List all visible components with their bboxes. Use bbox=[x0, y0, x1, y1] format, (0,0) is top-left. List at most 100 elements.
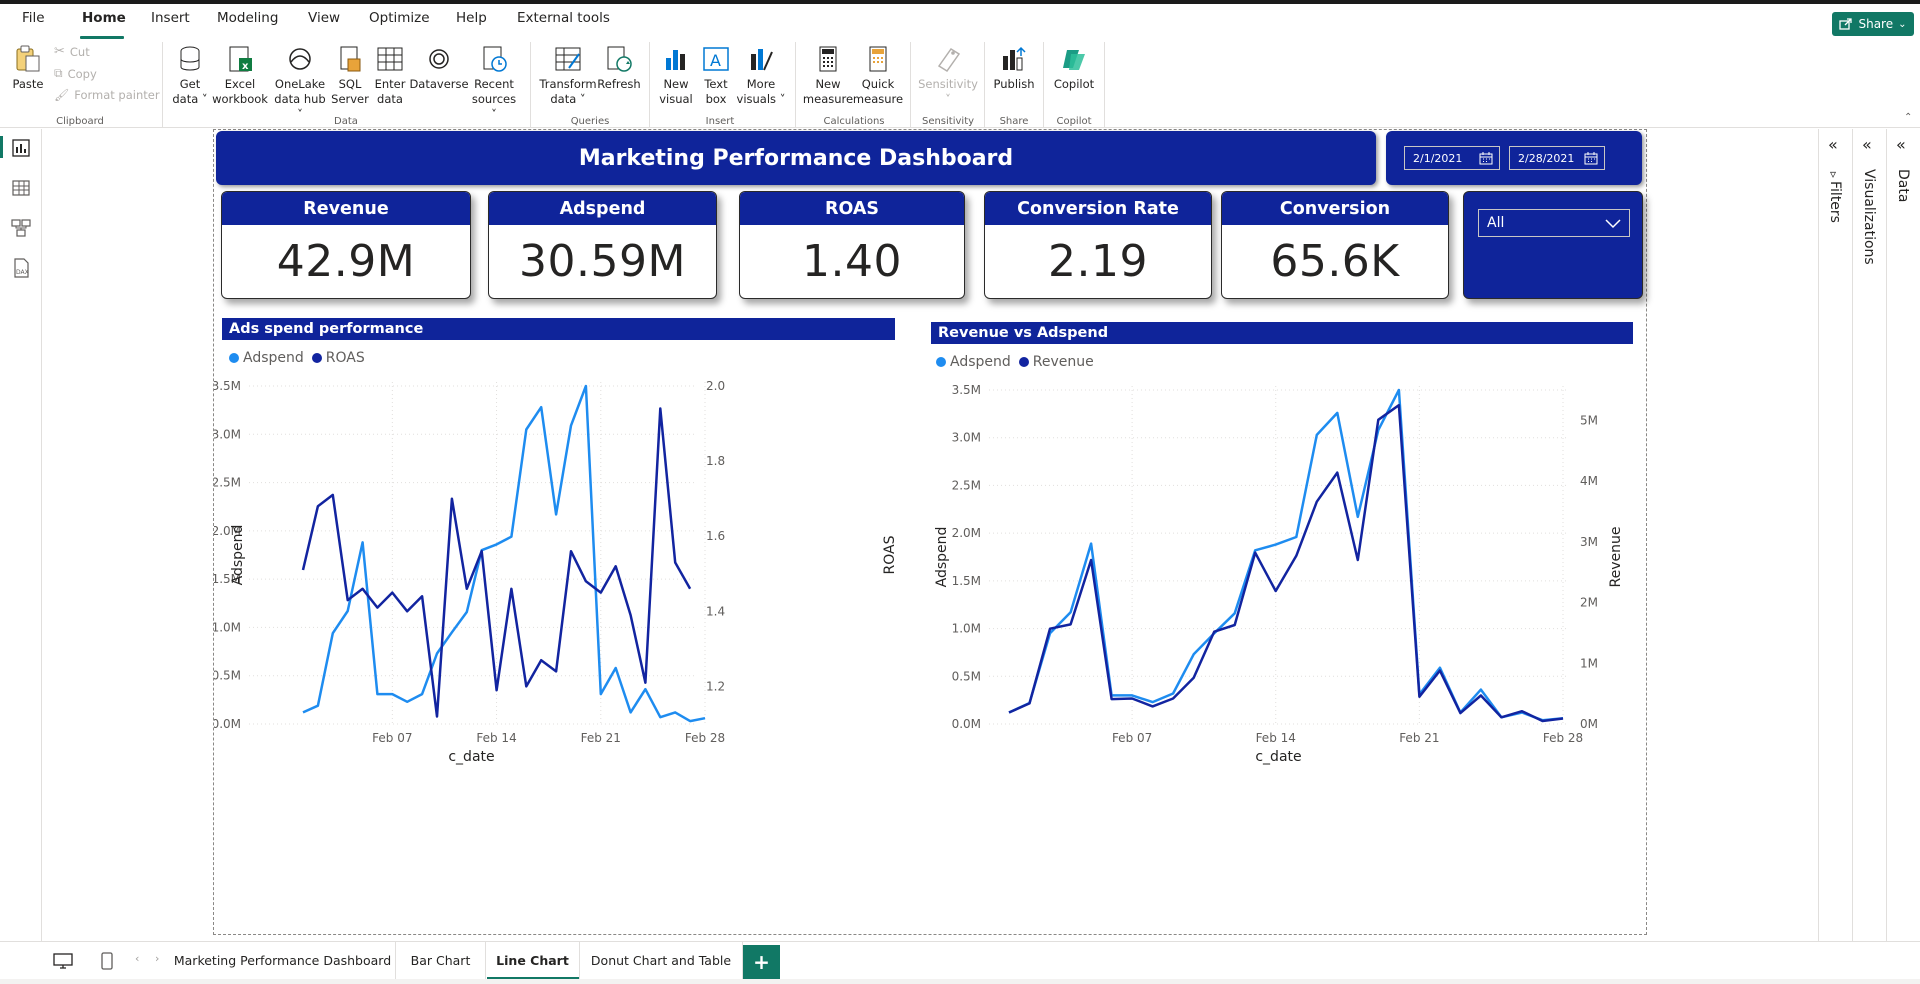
y-tick-label: 0.5M bbox=[952, 669, 981, 683]
kpi-label: Adspend bbox=[489, 192, 716, 225]
excel-label-1: Excel bbox=[224, 77, 256, 91]
scroll-right-icon[interactable]: › bbox=[155, 952, 159, 965]
model-view-icon[interactable] bbox=[10, 217, 32, 239]
enter-data-label-1: Enter bbox=[374, 77, 406, 91]
text-box-button[interactable]: A Text box bbox=[698, 44, 734, 107]
dax-query-view-icon[interactable]: DAX bbox=[10, 257, 32, 279]
menu-modeling[interactable]: Modeling bbox=[217, 10, 278, 26]
enter-data-label-2: data bbox=[377, 92, 403, 106]
tab-line-chart[interactable]: Line Chart bbox=[486, 942, 580, 979]
kpi-card-conversion-rate: Conversion Rate 2.19 bbox=[984, 191, 1212, 299]
collapse-visualizations-chevron-icon[interactable]: « bbox=[1862, 135, 1872, 154]
share-label: Share bbox=[1858, 17, 1894, 31]
copy-label: Copy bbox=[67, 66, 97, 81]
group-label-sensitivity: Sensitivity bbox=[921, 116, 975, 127]
legend-label-roas: ROAS bbox=[325, 350, 365, 366]
copilot-button[interactable]: Copilot bbox=[1050, 44, 1098, 92]
data-pane-label[interactable]: Data bbox=[1895, 169, 1911, 202]
start-date-input[interactable]: 2/1/2021 bbox=[1404, 146, 1500, 170]
menu-optimize[interactable]: Optimize bbox=[369, 10, 430, 26]
format-painter-button[interactable]: 🖌 Format painter bbox=[54, 88, 160, 102]
cut-button[interactable]: ✂ Cut bbox=[54, 44, 90, 59]
sql-server-button[interactable]: SQL Server bbox=[331, 44, 369, 107]
share-button[interactable]: Share ⌄ bbox=[1832, 12, 1914, 36]
chart-title-revenue-vs-adspend: Revenue vs Adspend bbox=[931, 322, 1633, 344]
visualizations-pane-label[interactable]: Visualizations bbox=[1861, 169, 1877, 265]
publish-button[interactable]: Publish bbox=[992, 44, 1036, 92]
copy-button[interactable]: ⧉ Copy bbox=[54, 66, 97, 81]
new-measure-label-1: New bbox=[815, 77, 841, 91]
filters-pane-label[interactable]: Filters bbox=[1827, 181, 1843, 223]
ribbon-separator bbox=[649, 42, 650, 128]
tab-donut-chart-and-table[interactable]: Donut Chart and Table bbox=[580, 942, 743, 979]
bar-chart-icon bbox=[666, 50, 685, 70]
text-box-label-1: Text bbox=[704, 77, 728, 91]
calendar-icon bbox=[1584, 152, 1598, 165]
table-view-icon[interactable] bbox=[10, 177, 32, 199]
y2-tick-label: 2.0 bbox=[706, 379, 725, 393]
recent-sources-button[interactable]: Recent sources ˅ bbox=[468, 44, 520, 122]
menu-bar: File Home Insert Modeling View Optimize … bbox=[0, 4, 1920, 39]
onelake-label-1: OneLake bbox=[274, 77, 326, 91]
x-axis-title: c_date bbox=[1255, 749, 1301, 765]
group-label-queries: Queries bbox=[570, 116, 610, 127]
tab-bar-chart[interactable]: Bar Chart bbox=[396, 942, 486, 979]
sensitivity-caret: ˅ bbox=[945, 92, 951, 106]
menu-help[interactable]: Help bbox=[456, 10, 487, 26]
x-tick-label: Feb 07 bbox=[372, 731, 412, 745]
svg-text:x: x bbox=[242, 61, 249, 72]
refresh-button[interactable]: Refresh bbox=[597, 44, 641, 92]
new-visual-button[interactable]: New visual bbox=[656, 44, 696, 107]
report-view-icon[interactable] bbox=[10, 137, 32, 159]
dataverse-button[interactable]: Dataverse bbox=[409, 44, 469, 92]
transform-data-button[interactable]: Transform data ˅ bbox=[539, 44, 597, 107]
kpi-value: 42.9M bbox=[276, 236, 416, 287]
y2-tick-label: 1.2 bbox=[706, 679, 725, 693]
copilot-label: Copilot bbox=[1053, 77, 1095, 91]
ribbon-separator bbox=[162, 42, 163, 128]
new-measure-button[interactable]: New measure bbox=[802, 44, 854, 107]
get-data-button[interactable]: Get data ˅ bbox=[168, 44, 212, 107]
menu-file[interactable]: File bbox=[22, 10, 45, 26]
collapse-filters-chevron-icon[interactable]: « bbox=[1828, 135, 1838, 154]
end-date-input[interactable]: 2/28/2021 bbox=[1509, 146, 1605, 170]
mobile-layout-icon[interactable] bbox=[100, 952, 114, 970]
end-date-value: 2/28/2021 bbox=[1518, 151, 1575, 165]
add-page-button[interactable]: + bbox=[743, 945, 780, 979]
excel-workbook-button[interactable]: x Excel workbook bbox=[212, 44, 268, 107]
tab-marketing-performance-dashboard[interactable]: Marketing Performance Dashboard bbox=[170, 942, 396, 979]
calculator-icon bbox=[819, 46, 837, 72]
legend-swatch-revenue bbox=[1018, 357, 1029, 367]
kpi-card-conversion: Conversion 65.6K bbox=[1221, 191, 1449, 299]
enter-data-button[interactable]: Enter data bbox=[372, 44, 408, 107]
y-tick-label: 3.0M bbox=[952, 431, 981, 445]
collapse-data-chevron-icon[interactable]: « bbox=[1896, 135, 1906, 154]
onelake-data-hub-button[interactable]: OneLake data hub ˅ bbox=[270, 44, 330, 122]
kpi-label: ROAS bbox=[740, 192, 964, 225]
onelake-icon bbox=[289, 48, 311, 70]
paste-button[interactable]: Paste bbox=[10, 44, 46, 92]
calendar-icon bbox=[1479, 152, 1493, 165]
menu-external-tools[interactable]: External tools bbox=[517, 10, 610, 26]
y-tick-label: 0.5M bbox=[214, 669, 241, 683]
get-data-label-1: Get bbox=[179, 77, 201, 91]
chart-2-legend: Adspend Revenue bbox=[936, 354, 1094, 370]
x-tick-label: Feb 21 bbox=[581, 731, 621, 745]
recent-sources-icon bbox=[483, 46, 507, 72]
more-visuals-button[interactable]: More visuals ˅ bbox=[736, 44, 786, 107]
menu-view[interactable]: View bbox=[308, 10, 340, 26]
text-box-label-2: box bbox=[705, 92, 727, 106]
format-painter-label: Format painter bbox=[74, 88, 160, 102]
collapse-ribbon-icon[interactable]: ⌃ bbox=[1904, 112, 1912, 123]
menu-insert[interactable]: Insert bbox=[151, 10, 190, 26]
menu-home[interactable]: Home bbox=[82, 10, 126, 26]
quick-measure-button[interactable]: Quick measure bbox=[852, 44, 904, 107]
kpi-value: 65.6K bbox=[1270, 236, 1400, 287]
slicer-value: All bbox=[1487, 215, 1505, 231]
slicer-dropdown[interactable]: All bbox=[1478, 209, 1630, 237]
sensitivity-button[interactable]: Sensitivity ˅ bbox=[918, 44, 978, 107]
scroll-left-icon[interactable]: ‹ bbox=[135, 952, 139, 965]
group-label-share: Share bbox=[999, 116, 1029, 127]
ribbon-separator bbox=[1104, 42, 1105, 128]
desktop-layout-icon[interactable] bbox=[52, 952, 74, 970]
